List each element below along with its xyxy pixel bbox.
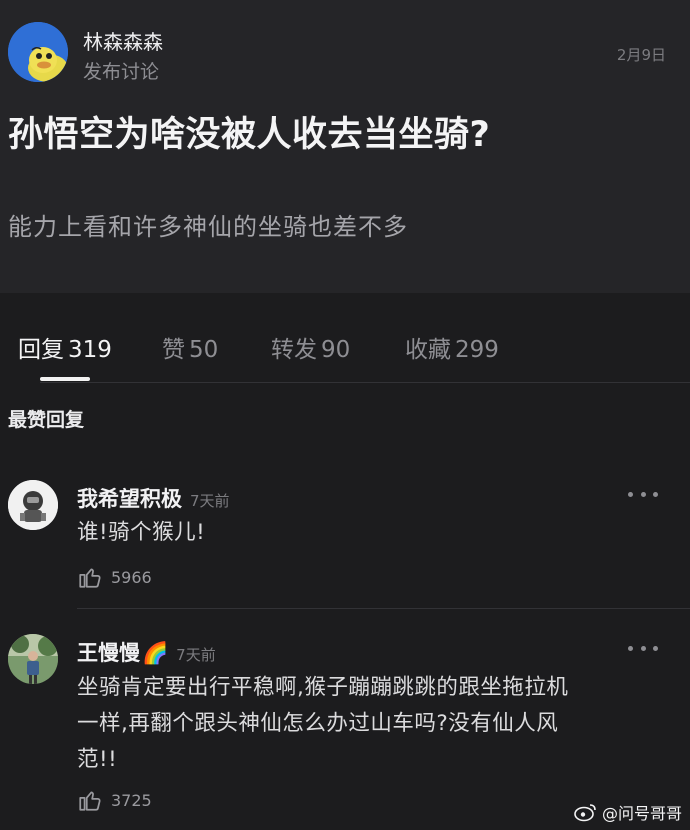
astronaut-avatar-icon <box>8 480 58 530</box>
thumbs-up-icon <box>79 568 101 588</box>
like-count: 3725 <box>111 790 152 810</box>
tab-count: 299 <box>455 337 499 363</box>
comment-time: 7天前 <box>190 492 230 510</box>
comment-text: 谁!骑个猴儿! <box>77 520 206 545</box>
thumbs-up-icon <box>79 791 101 811</box>
commenter-avatar[interactable] <box>8 634 58 684</box>
post-title: 孙悟空为啥没被人收去当坐骑? <box>8 115 491 155</box>
person-photo-avatar-icon <box>8 634 58 684</box>
post-body: 能力上看和许多神仙的坐骑也差不多 <box>8 213 408 241</box>
tab-favorites[interactable]: 收藏 299 <box>405 330 499 364</box>
commenter-name-text: 王慢慢 <box>77 641 140 665</box>
tab-bar: 回复 319 赞 50 转发 90 收藏 299 <box>0 310 690 382</box>
post-type-label: 发布讨论 <box>83 61 160 83</box>
tab-label: 转发 <box>271 337 317 363</box>
post-date: 2月9日 <box>616 46 666 64</box>
like-button[interactable]: 3725 <box>77 787 152 813</box>
tab-likes[interactable]: 赞 50 <box>162 330 218 364</box>
tab-count: 50 <box>189 337 219 363</box>
tabs-divider <box>40 382 690 383</box>
commenter-name-text: 我希望积极 <box>77 487 182 511</box>
section-title: 最赞回复 <box>8 409 85 431</box>
comment-text-line: 坐骑肯定要出行平稳啊,猴子蹦蹦跳跳的跟坐拖拉机 <box>77 675 569 700</box>
tab-replies[interactable]: 回复 319 <box>18 330 112 364</box>
tab-count: 90 <box>321 337 351 363</box>
comment-time: 7天前 <box>176 646 216 664</box>
like-button[interactable]: 5966 <box>77 564 152 590</box>
comment-text: 坐骑肯定要出行平稳啊,猴子蹦蹦跳跳的跟坐拖拉机 一样,再翻个跟头神仙怎么办过山车… <box>77 670 677 778</box>
comment-text-line: 一样,再翻个跟头神仙怎么办过山车吗?没有仙人风 <box>77 711 559 736</box>
comment-divider <box>77 608 690 609</box>
more-options-icon[interactable] <box>628 486 658 502</box>
active-tab-indicator <box>40 377 90 381</box>
tab-label: 收藏 <box>405 337 451 363</box>
commenter-name[interactable]: 我希望积极 7天前 <box>77 483 230 513</box>
weibo-logo-icon <box>574 804 596 822</box>
comment-text-line: 范!! <box>77 747 118 772</box>
rainbow-badge-icon: 🌈 <box>142 641 169 665</box>
tab-label: 回复 <box>18 337 64 363</box>
duck-avatar-icon <box>8 22 68 82</box>
author-avatar[interactable] <box>8 22 68 82</box>
tab-reposts[interactable]: 转发 90 <box>271 330 350 364</box>
tab-count: 319 <box>68 337 112 363</box>
commenter-avatar[interactable] <box>8 480 58 530</box>
like-count: 5966 <box>111 567 152 587</box>
weibo-watermark: @问号哥哥 <box>574 800 682 824</box>
post-card: 林森森森 发布讨论 2月9日 孙悟空为啥没被人收去当坐骑? 能力上看和许多神仙的… <box>0 0 690 293</box>
commenter-name[interactable]: 王慢慢🌈 7天前 <box>77 637 216 667</box>
watermark-text: @问号哥哥 <box>601 804 682 823</box>
tab-label: 赞 <box>162 337 185 363</box>
author-name[interactable]: 林森森森 <box>83 26 163 55</box>
more-options-icon[interactable] <box>628 640 658 656</box>
